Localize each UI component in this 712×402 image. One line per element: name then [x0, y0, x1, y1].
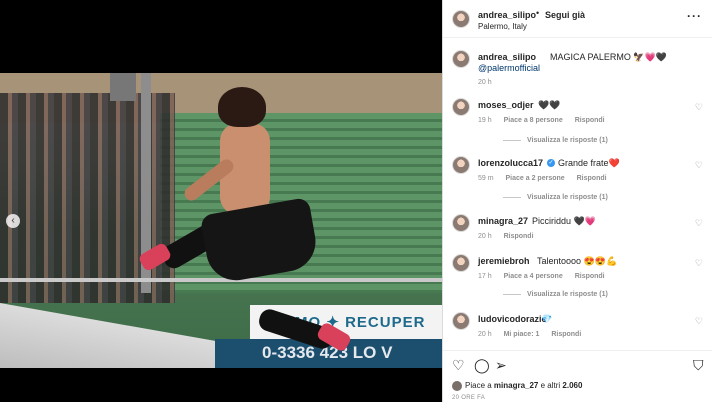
comment-meta: 19 h Piace a 8 persone Rispondi	[478, 117, 615, 124]
heart-icon[interactable]: ♡	[695, 102, 703, 113]
wall	[0, 303, 215, 368]
comment-time: 19 h	[478, 117, 492, 124]
comment-item: jeremiebroh Talentoooo 😍😍💪 17 h Piace a …	[443, 254, 712, 294]
reply-button[interactable]: Rispondi	[575, 273, 605, 280]
comment-likes[interactable]: Piace a 2 persone	[506, 175, 565, 182]
more-horizontal-icon[interactable]: ···	[687, 9, 702, 23]
comment-item: minagra_27 Picciriddu 🖤💗 20 h Rispondi ♡	[443, 214, 712, 254]
post-date: 20 ORE FA	[452, 395, 486, 401]
post-actions: ♡ ◯ ➢ ⛉ Piace a minagra_27 e altri 2.060…	[443, 350, 712, 402]
comment-item: lorenzolucca17 ✓ Grande frate❤️ 59 m Pia…	[443, 156, 712, 196]
post-media[interactable]: LERMO ✦ RECUPER 0-3336 423 LO V ‹	[0, 0, 442, 402]
location-link[interactable]: Palermo, Italy	[478, 22, 527, 31]
avatar[interactable]	[452, 156, 470, 174]
view-replies-button[interactable]: Visualizza le risposte (1)	[503, 291, 608, 298]
post-header: andrea_silipo • Segui già Palermo, Italy…	[443, 0, 712, 38]
avatar[interactable]	[452, 214, 470, 232]
caption-time: 20 h	[478, 79, 492, 86]
comment-text: 🖤🖤	[538, 100, 561, 110]
separator-dot: •	[536, 8, 540, 18]
reply-button[interactable]: Rispondi	[551, 331, 581, 338]
avatar[interactable]	[452, 98, 470, 116]
avatar[interactable]	[452, 10, 470, 28]
comment-username[interactable]: moses_odjer	[478, 100, 534, 110]
comment-username[interactable]: minagra_27	[478, 216, 528, 226]
comment-username[interactable]: lorenzolucca17	[478, 158, 543, 168]
likes-suffix: e altri	[538, 381, 563, 391]
comment-time: 20 h	[478, 233, 492, 240]
reply-button[interactable]: Rispondi	[504, 233, 534, 240]
comment-meta: 20 h Rispondi	[478, 233, 544, 240]
heart-icon[interactable]: ♡	[695, 218, 703, 229]
comment-time: 59 m	[478, 175, 494, 182]
comment-meta: 17 h Piace a 4 persone Rispondi	[478, 273, 615, 280]
comment-icon[interactable]: ◯	[474, 357, 490, 374]
following-button[interactable]: Segui già	[545, 10, 585, 20]
avatar	[452, 381, 462, 391]
comment-text: Picciriddu 🖤💗	[532, 216, 596, 226]
reply-button[interactable]: Rispondi	[575, 117, 605, 124]
post-photo: LERMO ✦ RECUPER 0-3336 423 LO V	[0, 73, 442, 368]
pole-box	[110, 73, 136, 101]
comment-time: 20 h	[478, 331, 492, 338]
comment-likes[interactable]: Piace a 8 persone	[504, 117, 563, 124]
heart-icon[interactable]: ♡	[452, 357, 465, 374]
verified-icon: ✓	[547, 159, 555, 167]
comment-item: ludovicodorazio 💎 20 h Mi piace: 1 Rispo…	[443, 312, 712, 352]
player-head	[218, 87, 266, 127]
bookmark-icon[interactable]: ⛉	[693, 357, 704, 374]
likes-summary[interactable]: Piace a minagra_27 e altri 2.060	[452, 381, 582, 391]
author-username[interactable]: andrea_silipo	[478, 10, 536, 20]
send-icon[interactable]: ➢	[495, 357, 507, 374]
comment-likes[interactable]: Mi piace: 1	[504, 331, 540, 338]
heart-icon[interactable]: ♡	[695, 316, 703, 327]
likes-user[interactable]: minagra_27	[494, 381, 538, 390]
comment-meta: 20 h Mi piace: 1 Rispondi	[478, 331, 591, 338]
avatar[interactable]	[452, 254, 470, 272]
reply-button[interactable]: Rispondi	[577, 175, 607, 182]
comment-username[interactable]: ludovicodorazio	[478, 314, 547, 324]
comment-meta: 59 m Piace a 2 persone Rispondi	[478, 175, 617, 182]
comment-likes[interactable]: Piace a 4 persone	[504, 273, 563, 280]
avatar[interactable]	[452, 312, 470, 330]
post-panel: andrea_silipo • Segui già Palermo, Italy…	[442, 0, 712, 402]
view-replies-button[interactable]: Visualizza le risposte (1)	[503, 137, 608, 144]
likes-prefix: Piace a	[465, 381, 494, 391]
caption-text: MAGICA PALERMO 🦅💗🖤	[550, 52, 667, 62]
heart-icon[interactable]: ♡	[695, 258, 703, 269]
heart-icon[interactable]: ♡	[695, 160, 703, 171]
avatar[interactable]	[452, 50, 470, 68]
comment-text: Talentoooo 😍😍💪	[537, 256, 618, 266]
comment-text: 💎	[541, 314, 553, 324]
post-caption: andrea_silipo MAGICA PALERMO 🦅💗🖤 @palerm…	[443, 44, 712, 94]
railing	[0, 278, 442, 282]
comment-text: Grande frate❤️	[558, 158, 620, 168]
comment-time: 17 h	[478, 273, 492, 280]
view-replies-button[interactable]: Visualizza le risposte (1)	[503, 194, 608, 201]
caption-mention[interactable]: @palermofficial	[478, 63, 540, 73]
previous-media-button[interactable]: ‹	[6, 214, 20, 228]
likes-count[interactable]: 2.060	[562, 381, 582, 390]
comment-username[interactable]: jeremiebroh	[478, 256, 530, 266]
comment-item: moses_odjer 🖤🖤 19 h Piace a 8 persone Ri…	[443, 98, 712, 138]
caption-username[interactable]: andrea_silipo	[478, 52, 536, 62]
